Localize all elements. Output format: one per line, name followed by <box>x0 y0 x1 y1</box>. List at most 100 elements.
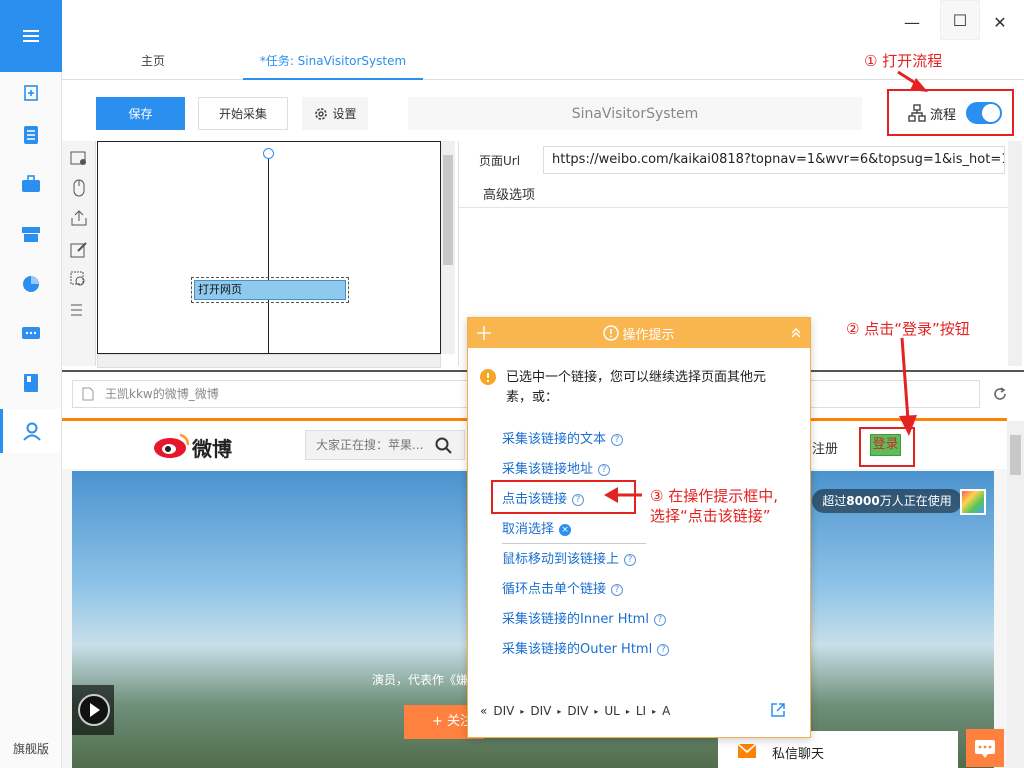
advanced-row[interactable]: 高级选项 <box>459 176 1009 208</box>
store-icon <box>21 227 40 242</box>
breadcrumb-sep: ▸ <box>652 706 657 716</box>
help-icon[interactable]: ? <box>611 584 624 596</box>
url-label: 页面Url <box>479 154 521 168</box>
private-chat-label: 私信聊天 <box>772 747 825 762</box>
annotation-3-line2: 选择“点击该链接” <box>650 507 771 525</box>
user-count-post: 万人正在使用 <box>879 494 952 508</box>
option-collect-link-url[interactable]: 采集该链接地址? <box>502 458 611 477</box>
option-collect-link-text[interactable]: 采集该链接的文本? <box>502 428 624 447</box>
option-label: 采集该链接的Outer Html <box>502 642 653 657</box>
breadcrumb-item[interactable]: UL <box>604 704 619 718</box>
add-step-icon[interactable] <box>70 149 88 167</box>
document-icon <box>23 126 38 144</box>
browser-tab-title: 王凯kkw的微博_微博 <box>105 387 219 401</box>
weibo-register-link[interactable]: 注册 <box>812 438 838 457</box>
edit-icon[interactable] <box>70 241 88 259</box>
annotation-arrow-2 <box>899 337 917 436</box>
option-loop-click[interactable]: 循环点击单个链接? <box>502 578 624 597</box>
popup-header[interactable]: 操作提示 <box>468 318 810 348</box>
sidebar-item-new-task[interactable] <box>0 70 61 114</box>
search-icon[interactable] <box>435 437 453 455</box>
help-icon[interactable]: ? <box>611 434 624 446</box>
option-collect-inner-html[interactable]: 采集该链接的Inner Html? <box>502 608 666 627</box>
video-play-button[interactable] <box>72 685 114 735</box>
option-divider <box>502 543 646 544</box>
collapse-icon[interactable] <box>790 327 802 339</box>
mouse-icon[interactable] <box>70 179 88 197</box>
properties-vscrollbar[interactable] <box>1008 141 1022 366</box>
tab-task[interactable]: *任务: SinaVisitorSystem <box>243 44 423 80</box>
menu-button[interactable] <box>0 0 62 72</box>
popup-message: 已选中一个链接，您可以继续选择页面其他元素，或： <box>506 370 767 405</box>
help-icon[interactable]: ? <box>653 614 666 626</box>
annotation-arrow-3 <box>604 487 642 503</box>
browser-vscroll-thumb[interactable] <box>1010 435 1021 475</box>
help-icon[interactable]: ? <box>624 554 637 566</box>
play-icon <box>78 694 110 726</box>
option-collect-outer-html[interactable]: 采集该链接的Outer Html? <box>502 638 670 657</box>
task-name-field[interactable]: SinaVisitorSystem <box>408 97 862 130</box>
breadcrumb-item[interactable]: DIV <box>530 704 551 718</box>
alert-icon <box>603 325 620 341</box>
clipboard-plus-icon <box>23 85 38 101</box>
settings-button[interactable]: 设置 <box>302 97 368 130</box>
option-label: 采集该链接的Inner Html <box>502 612 649 627</box>
breadcrumb-sep: ▸ <box>557 706 562 716</box>
sidebar-item-messages[interactable] <box>0 312 61 356</box>
flow-vscroll-thumb[interactable] <box>443 155 453 265</box>
breadcrumb-item[interactable]: DIV <box>567 704 588 718</box>
save-button[interactable]: 保存 <box>96 97 185 130</box>
close-icon[interactable]: ✕ <box>986 8 1014 36</box>
breadcrumb-sep: ▸ <box>625 706 630 716</box>
breadcrumb-item[interactable]: A <box>662 704 670 718</box>
breadcrumb-item[interactable]: DIV <box>493 704 514 718</box>
browser-vscrollbar[interactable] <box>1007 421 1024 768</box>
sidebar-item-tools[interactable] <box>0 162 61 206</box>
operation-tip-popup: 操作提示 已选中一个链接，您可以继续选择页面其他元素，或： 采集该链接的文本? … <box>467 317 811 738</box>
chat-float-button[interactable] <box>966 729 1004 767</box>
sidebar-item-account[interactable] <box>0 409 61 453</box>
help-icon[interactable]: ? <box>598 464 611 476</box>
export-icon[interactable] <box>70 209 88 227</box>
option-label: 取消选择 <box>502 522 555 537</box>
minimize-icon[interactable]: — <box>898 8 926 36</box>
flow-canvas[interactable]: 打开网页 <box>97 141 441 354</box>
search-element-icon[interactable] <box>70 271 88 289</box>
tab-home[interactable]: 主页 <box>100 44 206 80</box>
list-icon[interactable] <box>70 301 88 319</box>
option-mouse-hover[interactable]: 鼠标移动到该链接上? <box>502 548 637 567</box>
sidebar: 旗舰版 <box>0 0 62 768</box>
sidebar-item-tasks[interactable] <box>0 113 61 157</box>
refresh-icon[interactable] <box>992 386 1008 402</box>
mail-icon <box>738 744 756 758</box>
flow-vscrollbar[interactable] <box>441 141 455 354</box>
sidebar-item-stats[interactable] <box>0 262 61 306</box>
option-cancel-selection[interactable]: 取消选择 × <box>502 518 572 537</box>
flow-line <box>268 150 269 354</box>
element-breadcrumb: « DIV ▸ DIV ▸ DIV ▸ UL ▸ LI ▸ A <box>480 704 670 718</box>
weibo-eye-icon <box>154 433 190 458</box>
chat-icon <box>21 327 40 339</box>
settings-label: 设置 <box>332 107 357 121</box>
breadcrumb-sep: ▸ <box>594 706 599 716</box>
breadcrumb-back-icon[interactable]: « <box>480 704 487 718</box>
chat-bubble-icon <box>975 740 995 758</box>
option-label: 循环点击单个链接 <box>502 582 607 597</box>
start-collect-button[interactable]: 开始采集 <box>198 97 288 130</box>
breadcrumb-sep: ▸ <box>520 706 525 716</box>
sidebar-item-market[interactable] <box>0 212 61 256</box>
flow-node-open-page[interactable]: 打开网页 <box>191 277 349 303</box>
skin-icon[interactable] <box>960 489 986 515</box>
help-icon[interactable]: ? <box>657 644 670 656</box>
sidebar-item-tutorial[interactable] <box>0 361 61 405</box>
flow-hscrollbar[interactable] <box>97 354 441 368</box>
maximize-icon[interactable]: ☐ <box>940 0 980 40</box>
breadcrumb-item[interactable]: LI <box>636 704 646 718</box>
external-link-icon[interactable] <box>770 702 786 718</box>
url-input[interactable]: https://weibo.com/kaikai0818?topnav=1&wv… <box>543 146 1005 174</box>
cancel-x-icon[interactable]: × <box>559 524 572 536</box>
menu-icon <box>23 30 39 42</box>
flow-start-icon[interactable] <box>263 148 274 159</box>
advanced-label: 高级选项 <box>483 188 536 203</box>
flow-tools <box>62 141 96 366</box>
